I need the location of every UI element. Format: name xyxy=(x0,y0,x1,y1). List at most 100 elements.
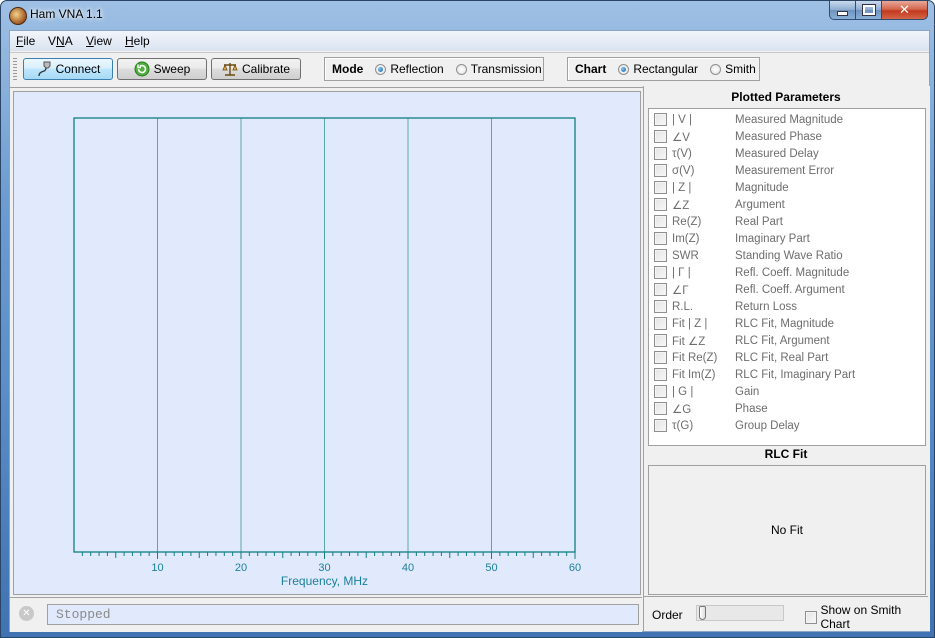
menu-view-mnemonic: V xyxy=(86,34,94,48)
parameter-checkbox[interactable] xyxy=(654,181,667,194)
chart-smith-radio[interactable]: Smith xyxy=(710,62,756,76)
parameter-row[interactable]: SWR Standing Wave Ratio xyxy=(649,247,925,264)
connector-plug-icon xyxy=(37,61,51,77)
menu-bar: File VNA View Help xyxy=(10,31,929,51)
client-area: File VNA View Help Connect Sweep Calibra… xyxy=(9,30,930,632)
menu-help-mnemonic: H xyxy=(125,34,134,48)
menu-vna[interactable]: VNA xyxy=(48,34,73,48)
parameter-checkbox[interactable] xyxy=(654,419,667,432)
status-text: Stopped xyxy=(47,604,639,625)
show-on-smith-checkbox[interactable]: Show on Smith Chart xyxy=(805,603,928,631)
parameter-row[interactable]: Fit Re(Z) RLC Fit, Real Part xyxy=(649,349,925,366)
parameter-row[interactable]: | Z | Magnitude xyxy=(649,179,925,196)
calibrate-button[interactable]: Calibrate xyxy=(211,58,301,80)
parameter-symbol: Fit | Z | xyxy=(672,317,708,330)
parameter-row[interactable]: ∠V Measured Phase xyxy=(649,128,925,145)
refresh-icon xyxy=(134,61,150,77)
chart-smith-label: Smith xyxy=(725,62,756,76)
parameter-checkbox[interactable] xyxy=(654,283,667,296)
parameter-checkbox[interactable] xyxy=(654,300,667,313)
mode-reflection-radio[interactable]: Reflection xyxy=(375,62,444,76)
status-bar: ✕ Stopped xyxy=(10,597,642,632)
parameter-checkbox[interactable] xyxy=(654,249,667,262)
parameter-row[interactable]: τ(G) Group Delay xyxy=(649,417,925,434)
parameter-checkbox[interactable] xyxy=(654,198,667,211)
parameter-checkbox[interactable] xyxy=(654,368,667,381)
parameter-checkbox[interactable] xyxy=(654,351,667,364)
parameter-row[interactable]: R.L. Return Loss xyxy=(649,298,925,315)
parameter-row[interactable]: ∠Γ Refl. Coeff. Argument xyxy=(649,281,925,298)
order-slider[interactable] xyxy=(696,605,784,621)
parameter-name: Group Delay xyxy=(735,419,800,432)
parameter-name: RLC Fit, Argument xyxy=(735,334,830,347)
parameter-name: RLC Fit, Magnitude xyxy=(735,317,835,330)
sweep-button[interactable]: Sweep xyxy=(117,58,207,80)
close-button[interactable]: ✕ xyxy=(882,1,928,20)
show-on-smith-label: Show on Smith Chart xyxy=(820,603,902,631)
menu-view[interactable]: View xyxy=(86,34,112,48)
parameter-symbol: SWR xyxy=(672,249,699,262)
parameter-checkbox[interactable] xyxy=(654,130,667,143)
parameter-checkbox[interactable] xyxy=(654,147,667,160)
minimize-icon xyxy=(837,10,848,16)
parameter-checkbox[interactable] xyxy=(654,232,667,245)
mode-transmission-radio[interactable]: Transmission xyxy=(455,62,542,76)
parameter-row[interactable]: | Γ | Refl. Coeff. Magnitude xyxy=(649,264,925,281)
parameter-row[interactable]: | G | Gain xyxy=(649,383,925,400)
rlc-fit-result: No Fit xyxy=(770,523,803,537)
title-bar[interactable]: Ham VNA 1.1 ✕ xyxy=(1,1,934,29)
calibrate-button-label: Calibrate xyxy=(241,62,291,76)
parameter-row[interactable]: σ(V) Measurement Error xyxy=(649,162,925,179)
parameter-symbol: | V | xyxy=(672,113,693,126)
order-slider-thumb[interactable] xyxy=(699,606,706,620)
parameter-name: Refl. Coeff. Magnitude xyxy=(735,266,850,279)
toolbar: Connect Sweep Calibrate Mode Reflection … xyxy=(10,52,929,88)
menu-help[interactable]: Help xyxy=(125,34,150,48)
parameter-name: Measurement Error xyxy=(735,164,835,177)
parameter-checkbox[interactable] xyxy=(654,385,667,398)
parameter-name: Magnitude xyxy=(735,181,789,194)
parameter-row[interactable]: Fit Im(Z) RLC Fit, Imaginary Part xyxy=(649,366,925,383)
parameter-name: Gain xyxy=(735,385,760,398)
parameter-symbol: Fit Im(Z) xyxy=(672,368,716,381)
chart-rectangular-radio[interactable]: Rectangular xyxy=(618,62,698,76)
parameter-row[interactable]: ∠G Phase xyxy=(649,400,925,417)
parameter-row[interactable]: Fit | Z | RLC Fit, Magnitude xyxy=(649,315,925,332)
parameter-checkbox[interactable] xyxy=(654,266,667,279)
toolbar-grip[interactable] xyxy=(13,58,17,80)
parameter-row[interactable]: ∠Z Argument xyxy=(649,196,925,213)
x-tick-label: 60 xyxy=(569,562,581,574)
rectangular-chart[interactable]: 10 20 30 40 50 60 Frequency, MHz xyxy=(14,92,640,594)
side-panel: Plotted Parameters | V | Measured Magnitu… xyxy=(643,86,930,631)
parameter-checkbox[interactable] xyxy=(654,164,667,177)
maximize-button[interactable] xyxy=(856,1,882,20)
stopped-icon: ✕ xyxy=(19,606,34,621)
app-icon[interactable] xyxy=(9,7,27,25)
parameter-row[interactable]: Re(Z) Real Part xyxy=(649,213,925,230)
parameter-symbol: σ(V) xyxy=(672,164,695,177)
connect-button[interactable]: Connect xyxy=(23,58,113,80)
parameter-name: Measured Phase xyxy=(735,130,822,143)
plotted-parameters-title: Plotted Parameters xyxy=(731,90,841,104)
menu-file[interactable]: File xyxy=(16,34,35,48)
parameter-name: Real Part xyxy=(735,215,783,228)
x-tick-label: 30 xyxy=(318,562,330,574)
parameter-name: RLC Fit, Imaginary Part xyxy=(735,368,856,381)
parameter-checkbox[interactable] xyxy=(654,334,667,347)
chart-pane[interactable]: 10 20 30 40 50 60 Frequency, MHz xyxy=(13,91,641,595)
parameter-checkbox[interactable] xyxy=(654,317,667,330)
parameter-row[interactable]: Im(Z) Imaginary Part xyxy=(649,230,925,247)
parameter-row[interactable]: Fit ∠Z RLC Fit, Argument xyxy=(649,332,925,349)
minimize-button[interactable] xyxy=(829,1,856,20)
chart-group: Chart Rectangular Smith xyxy=(567,57,760,81)
parameter-symbol: R.L. xyxy=(672,300,694,313)
menu-view-rest: iew xyxy=(93,34,112,48)
parameter-checkbox[interactable] xyxy=(654,215,667,228)
mode-transmission-label: Transmission xyxy=(470,62,542,76)
parameter-checkbox[interactable] xyxy=(654,113,667,126)
parameter-row[interactable]: τ(V) Measured Delay xyxy=(649,145,925,162)
parameter-row[interactable]: | V | Measured Magnitude xyxy=(649,111,925,128)
close-icon: ✕ xyxy=(899,2,910,18)
parameter-symbol: | Z | xyxy=(672,181,692,194)
parameter-checkbox[interactable] xyxy=(654,402,667,415)
